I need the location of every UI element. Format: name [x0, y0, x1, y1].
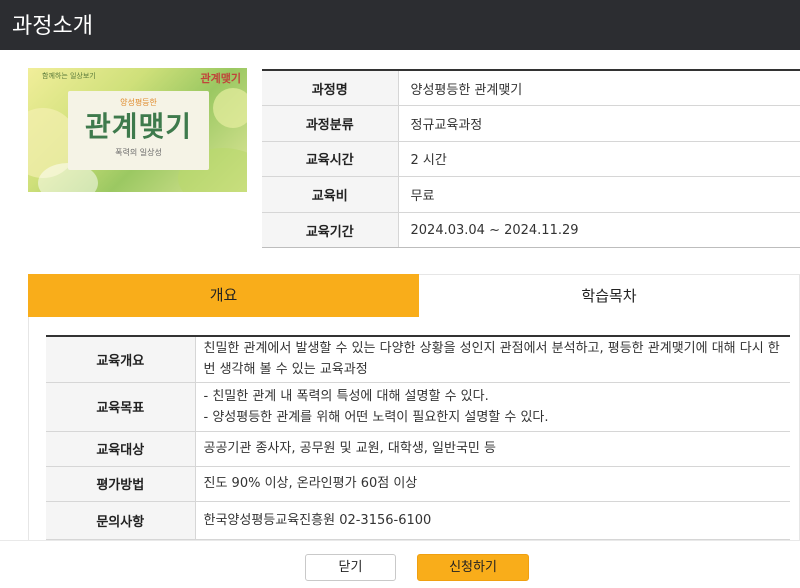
thumbnail-footer: 폭력의 일상성	[115, 148, 162, 157]
thumbnail-title: 관계맺기	[84, 110, 193, 143]
info-label: 교육비	[262, 176, 399, 213]
thumbnail-card: 양성평등한 관계맺기 폭력의 일상성	[68, 91, 209, 170]
overview-text: 친밀한 관계에서 발생할 수 있는 다양한 상황을 성인지 관점에서 분석하고,…	[203, 341, 780, 378]
overview-text: - 양성평등한 관계를 위해 어떤 노력이 필요한지 설명할 수 있다.	[203, 409, 549, 425]
overview-row: 교육대상 공공기관 종사자, 공무원 및 교원, 대학생, 일반국민 등	[46, 431, 790, 467]
overview-value: - 친밀한 관계 내 폭력의 특성에 대해 설명할 수 있다. - 양성평등한 …	[195, 382, 790, 432]
apply-button[interactable]: 신청하기	[417, 554, 529, 581]
info-value: 양성평등한 관계맺기	[398, 70, 800, 107]
overview-value: 한국양성평등교육진흥원 02-3156-6100	[195, 501, 790, 540]
overview-label: 평가방법	[46, 466, 196, 502]
info-row: 교육기간 2024.03.04 ~ 2024.11.29	[262, 212, 800, 249]
overview-value: 친밀한 관계에서 발생할 수 있는 다양한 상황을 성인지 관점에서 분석하고,…	[195, 336, 790, 383]
overview-row: 평가방법 진도 90% 이상, 온라인평가 60점 이상	[46, 466, 790, 502]
info-value: 2 시간	[398, 141, 800, 178]
overview-label: 문의사항	[46, 501, 196, 540]
overview-row: 문의사항 한국양성평등교육진흥원 02-3156-6100	[46, 501, 790, 540]
info-row: 과정명 양성평등한 관계맺기	[262, 70, 800, 107]
overview-text: 진도 90% 이상, 온라인평가 60점 이상	[203, 476, 418, 491]
info-value: 정규교육과정	[398, 105, 800, 142]
info-label: 과정분류	[262, 105, 399, 142]
tab-overview[interactable]: 개요	[28, 274, 419, 317]
overview-value: 진도 90% 이상, 온라인평가 60점 이상	[195, 466, 790, 502]
overview-text: - 친밀한 관계 내 폭력의 특성에 대해 설명할 수 있다.	[203, 388, 489, 404]
info-row: 교육비 무료	[262, 176, 800, 213]
overview-label: 교육대상	[46, 431, 196, 467]
thumbnail-corner-logo: 관계맺기	[200, 72, 241, 85]
overview-text: 한국양성평등교육진흥원 02-3156-6100	[203, 512, 432, 528]
overview-label: 교육개요	[46, 336, 196, 383]
overview-row: 교육목표 - 친밀한 관계 내 폭력의 특성에 대해 설명할 수 있다. - 양…	[46, 382, 790, 432]
info-value: 무료	[398, 176, 800, 213]
info-label: 교육시간	[262, 141, 399, 178]
info-label: 교육기간	[262, 212, 399, 249]
overview-text: 공공기관 종사자, 공무원 및 교원, 대학생, 일반국민 등	[203, 441, 496, 456]
overview-row: 교육개요 친밀한 관계에서 발생할 수 있는 다양한 상황을 성인지 관점에서 …	[46, 336, 790, 383]
thumbnail-corner-text: 함께하는 일상보기	[42, 72, 96, 80]
tab-curriculum[interactable]: 학습목차	[419, 274, 800, 317]
course-thumbnail: 함께하는 일상보기 관계맺기 양성평등한 관계맺기 폭력의 일상성	[28, 68, 247, 192]
tab-bar: 개요 학습목차	[28, 274, 800, 317]
info-row: 교육시간 2 시간	[262, 141, 800, 178]
close-button[interactable]: 닫기	[305, 554, 396, 581]
info-row: 과정분류 정규교육과정	[262, 105, 800, 142]
info-label: 과정명	[262, 70, 399, 107]
footer-bar	[0, 540, 800, 588]
title-bar: 과정소개	[0, 0, 800, 50]
overview-label: 교육목표	[46, 382, 196, 432]
info-value: 2024.03.04 ~ 2024.11.29	[398, 212, 800, 249]
overview-value: 공공기관 종사자, 공무원 및 교원, 대학생, 일반국민 등	[195, 431, 790, 467]
overview-table: 교육개요 친밀한 관계에서 발생할 수 있는 다양한 상황을 성인지 관점에서 …	[46, 335, 790, 540]
course-info-table: 과정명 양성평등한 관계맺기 과정분류 정규교육과정 교육시간 2 시간 교육비…	[262, 69, 800, 249]
page-title: 과정소개	[12, 14, 93, 39]
